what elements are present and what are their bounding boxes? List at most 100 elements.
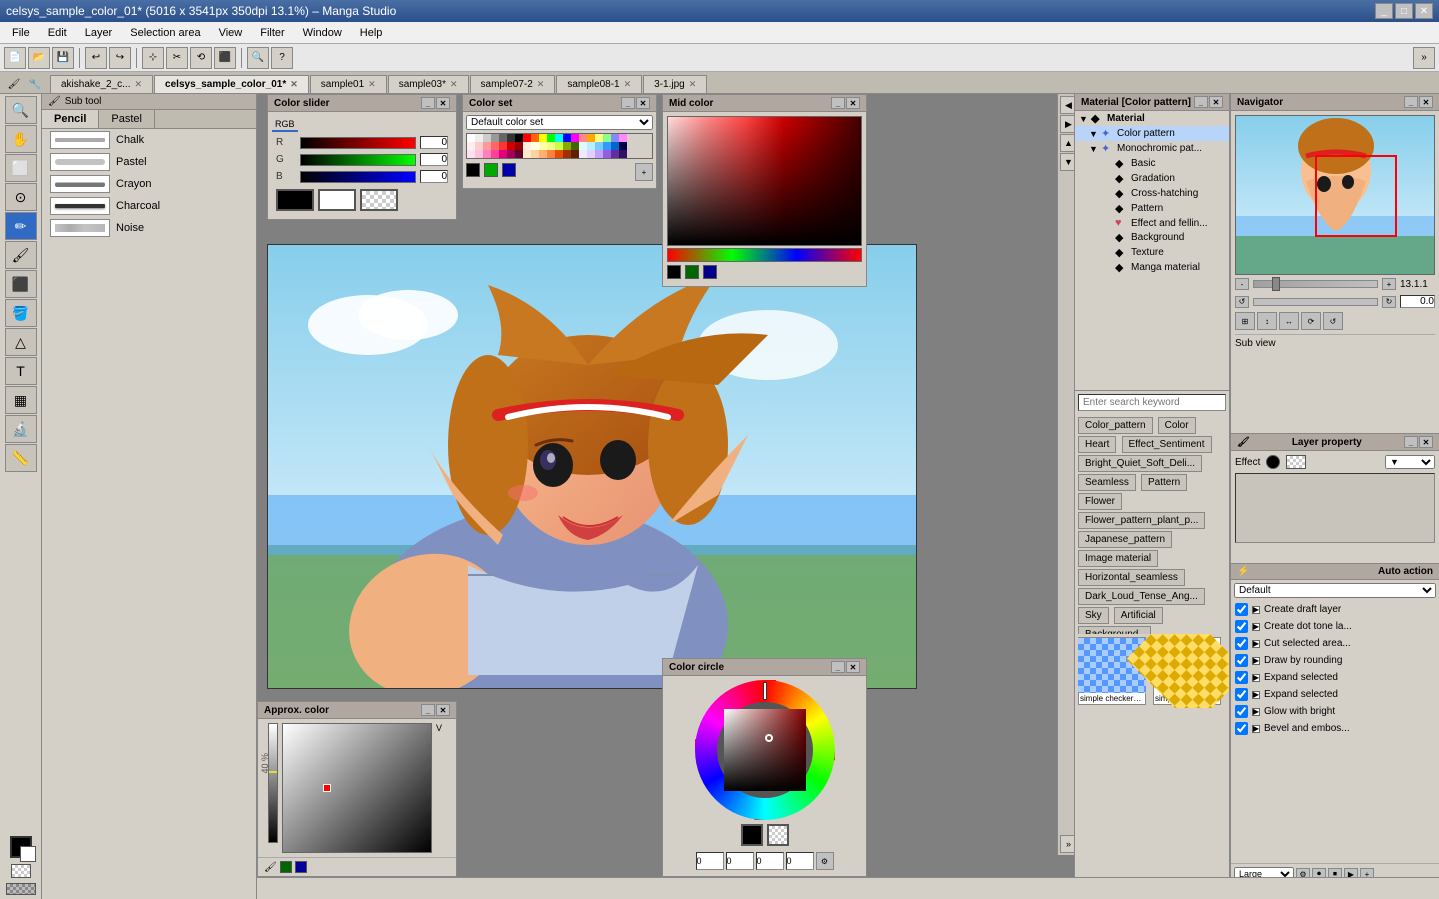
tag-image[interactable]: Image material — [1078, 550, 1158, 567]
color-cell[interactable] — [499, 134, 507, 142]
action-cb-expand2[interactable] — [1235, 688, 1248, 701]
transform-button[interactable]: ⟲ — [190, 47, 212, 69]
nav-btn1[interactable]: ⊞ — [1235, 312, 1255, 330]
thumb-blue-checker[interactable]: simple checkered_blue — [1078, 637, 1146, 705]
approx-matrix[interactable] — [282, 723, 432, 853]
color-cell[interactable] — [547, 150, 555, 158]
tag-horizontal[interactable]: Horizontal_seamless — [1078, 569, 1185, 586]
color-cell[interactable] — [491, 134, 499, 142]
help-tool-button[interactable]: ? — [271, 47, 293, 69]
action-cb-draft[interactable] — [1235, 603, 1248, 616]
nav-thumbnail[interactable] — [1235, 115, 1435, 275]
s-input[interactable] — [726, 852, 754, 870]
tree-manga[interactable]: ◆ Manga material — [1075, 260, 1229, 275]
expand-bevel[interactable]: ▶ — [1252, 725, 1260, 733]
tag-artificial[interactable]: Artificial — [1114, 607, 1163, 624]
color-cell[interactable] — [531, 150, 539, 158]
color-cell[interactable] — [611, 134, 619, 142]
tab-close-sample08[interactable]: ✕ — [624, 79, 632, 90]
color-cell[interactable] — [475, 150, 483, 158]
tree-gradation[interactable]: ◆ Gradation — [1075, 171, 1229, 186]
nav-btn4[interactable]: ⟳ — [1301, 312, 1321, 330]
color-cell[interactable] — [603, 134, 611, 142]
color-cell[interactable] — [531, 134, 539, 142]
tab-akishake[interactable]: akishake_2_c... ✕ — [50, 75, 153, 93]
mid-color-hue-strip[interactable] — [667, 248, 862, 262]
tag-effect[interactable]: Effect_Sentiment — [1122, 436, 1212, 453]
b-slider[interactable] — [300, 171, 416, 183]
expand-material[interactable]: ▼ — [1079, 114, 1089, 124]
b-input2[interactable] — [756, 852, 784, 870]
tree-monochromic[interactable]: ▼ ✦ Monochromic pat... — [1075, 141, 1229, 156]
tab-sample01[interactable]: sample01 ✕ — [310, 75, 387, 93]
auto-action-dropdown[interactable]: Default — [1234, 583, 1436, 598]
thumb-yellow-checker[interactable]: simple checkered_yellow — [1153, 637, 1221, 705]
crop-button[interactable]: ✂ — [166, 47, 188, 69]
expand-monochromic[interactable]: ▼ — [1089, 144, 1099, 154]
transparent-swatch[interactable] — [360, 189, 398, 211]
color-cell[interactable] — [571, 142, 579, 150]
tab-sample07[interactable]: sample07-2 ✕ — [470, 75, 556, 93]
color-cell[interactable] — [619, 134, 627, 142]
background-color-swatch[interactable] — [20, 846, 36, 862]
color-cell[interactable] — [563, 134, 571, 142]
rotate-left-btn[interactable]: ↺ — [1235, 296, 1249, 308]
color-wheel-disc[interactable] — [695, 680, 835, 820]
nav-close[interactable]: ✕ — [1419, 96, 1433, 108]
color-cell[interactable] — [523, 142, 531, 150]
circle-trans-swatch[interactable] — [767, 824, 789, 846]
color-cell[interactable] — [595, 142, 603, 150]
color-cell[interactable] — [571, 150, 579, 158]
circle-fore-swatch[interactable] — [741, 824, 763, 846]
color-cell[interactable] — [539, 150, 547, 158]
rgb-tab[interactable]: RGB — [272, 118, 298, 132]
expand-draw-round[interactable]: ▶ — [1252, 657, 1260, 665]
material-minimize[interactable]: _ — [1194, 96, 1208, 108]
color-cell[interactable] — [603, 142, 611, 150]
color-marker-black[interactable] — [466, 163, 480, 177]
zoom-slider[interactable] — [1253, 280, 1378, 288]
tool-property-indicator[interactable]: 🔧 — [25, 75, 45, 93]
open-button[interactable]: 📂 — [28, 47, 50, 69]
effect-dropdown[interactable]: ▼ — [1385, 455, 1435, 469]
tree-basic[interactable]: ◆ Basic — [1075, 156, 1229, 171]
rotate-right-btn[interactable]: ↻ — [1382, 296, 1396, 308]
tool-text[interactable]: T — [5, 357, 37, 385]
select-button[interactable]: ⊹ — [142, 47, 164, 69]
color-cell[interactable] — [587, 142, 595, 150]
expand-expand2[interactable]: ▶ — [1252, 691, 1260, 699]
g-slider[interactable] — [300, 154, 416, 166]
color-set-dropdown[interactable]: Default color set — [466, 115, 653, 130]
expand-draft[interactable]: ▶ — [1252, 606, 1260, 614]
tool-pen[interactable]: ✏ — [5, 212, 37, 240]
tag-color[interactable]: Color — [1158, 417, 1196, 434]
action-cb-expand1[interactable] — [1235, 671, 1248, 684]
color-cell[interactable] — [467, 142, 475, 150]
color-cell[interactable] — [483, 150, 491, 158]
tag-seamless[interactable]: Seamless — [1078, 474, 1136, 491]
brush-tab-pencil[interactable]: Pencil — [42, 110, 99, 128]
tag-flower-pattern[interactable]: Flower_pattern_plant_p... — [1078, 512, 1205, 529]
tool-gradient[interactable]: ▦ — [5, 386, 37, 414]
color-cell[interactable] — [507, 134, 515, 142]
color-cell[interactable] — [619, 150, 627, 158]
zoom-out-btn[interactable]: - — [1235, 278, 1249, 290]
mid-green[interactable] — [685, 265, 699, 279]
undo-button[interactable]: ↩ — [85, 47, 107, 69]
circle-close[interactable]: ✕ — [846, 661, 860, 673]
tab-close-sample03[interactable]: ✕ — [450, 79, 458, 90]
mid-black[interactable] — [667, 265, 681, 279]
circle-minimize[interactable]: _ — [831, 661, 845, 673]
tool-move[interactable]: ✋ — [5, 125, 37, 153]
brush-noise[interactable]: Noise — [42, 217, 256, 239]
fore-swatch[interactable] — [276, 189, 314, 211]
expand-expand1[interactable]: ▶ — [1252, 674, 1260, 682]
tab-celsys[interactable]: celsys_sample_color_01* ✕ — [154, 75, 309, 93]
tree-color-pattern[interactable]: ▼ ✦ Color pattern — [1075, 126, 1229, 141]
color-cell[interactable] — [507, 142, 515, 150]
tab-close-31jpg[interactable]: ✕ — [689, 79, 697, 90]
menu-selection[interactable]: Selection area — [122, 25, 208, 41]
canvas-area[interactable]: Color slider _ ✕ RGB R G — [257, 94, 1079, 877]
new-button[interactable]: 📄 — [4, 47, 26, 69]
tree-crosshatching[interactable]: ◆ Cross-hatching — [1075, 186, 1229, 201]
